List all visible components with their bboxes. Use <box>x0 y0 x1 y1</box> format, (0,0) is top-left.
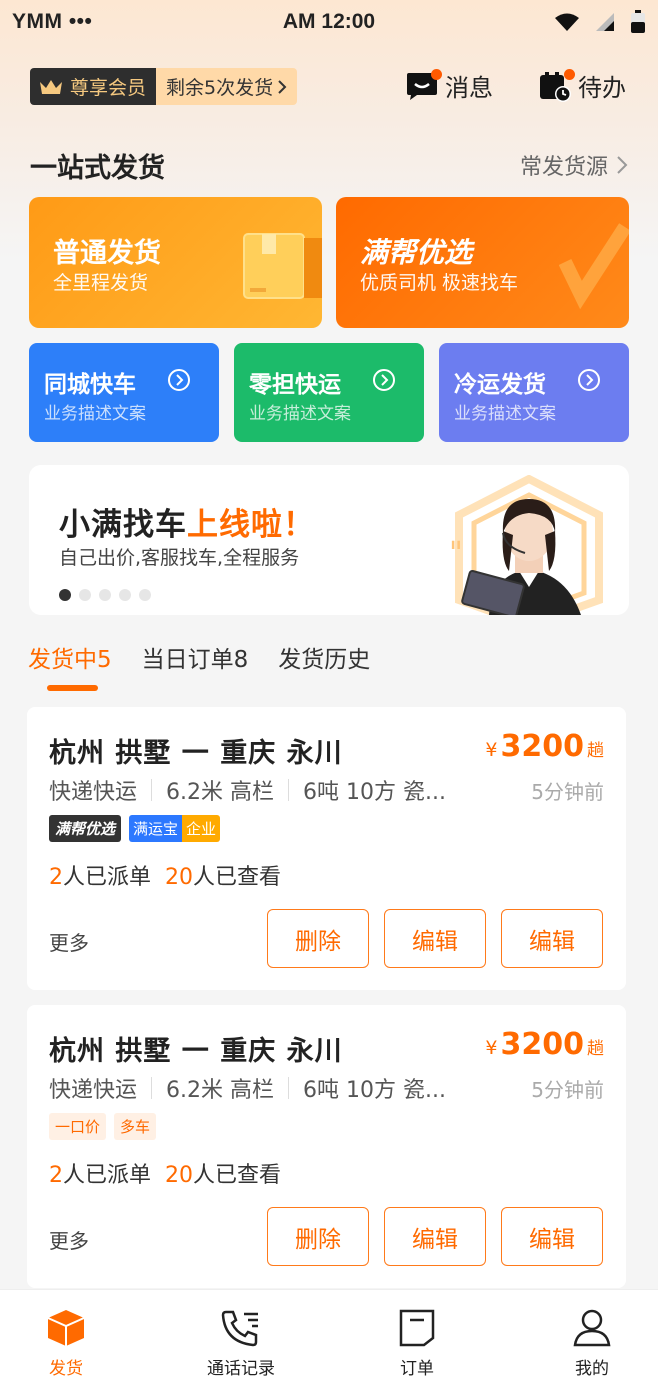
edit-button[interactable]: 编辑 <box>384 909 486 968</box>
frequent-sources-label: 常发货源 <box>519 155 608 180</box>
card-subtitle: 全里程发货 <box>53 272 149 294</box>
order-info: 快递快运 6.2米 高栏 6吨 10方 瓷... <box>49 1077 446 1103</box>
bottom-nav: 发货 通话记录 订单 我的 <box>0 1289 658 1389</box>
user-icon <box>573 1309 611 1347</box>
order-card[interactable]: 杭州 拱墅 一 重庆 永川 ¥ 3200 趟 快递快运 6.2米 高栏 6吨 1… <box>27 1005 626 1288</box>
order-tags: 一口价 多车 <box>49 1113 157 1140</box>
edit-button[interactable]: 编辑 <box>384 1207 486 1266</box>
edit-button[interactable]: 编辑 <box>501 909 603 968</box>
membership-bar[interactable]: 尊享会员 剩余5次发货 <box>30 68 298 105</box>
crown-icon <box>40 79 62 94</box>
order-card[interactable]: 杭州 拱墅 一 重庆 永川 ¥ 3200 趟 快递快运 6.2米 高栏 6吨 1… <box>27 707 626 990</box>
order-route: 杭州 拱墅 一 重庆 永川 <box>49 1036 343 1067</box>
remaining-shipments: 剩余5次发货 <box>166 77 274 99</box>
todo-label: 待办 <box>578 74 626 102</box>
more-link[interactable]: 更多 <box>49 1225 89 1254</box>
preferred-shipping-card[interactable]: 满帮优选 优质司机 极速找车 <box>336 197 629 328</box>
city-express-card[interactable]: 同城快车 业务描述文案 <box>29 343 219 442</box>
messages-button[interactable]: 消息 <box>405 68 493 103</box>
promo-banner[interactable]: 小满找车上线啦！ 自己出价,客服找车,全程服务 " <box>29 465 629 615</box>
edit-button[interactable]: 编辑 <box>501 1207 603 1266</box>
order-stats: 2人已派单 20人已查看 <box>49 865 282 890</box>
status-bar: YMM ••• AM 12:00 <box>0 0 658 44</box>
phone-list-icon <box>221 1310 258 1347</box>
package-icon <box>47 1310 85 1346</box>
chevron-right-icon <box>278 79 287 94</box>
normal-shipping-card[interactable]: 普通发货 全里程发货 <box>29 197 322 328</box>
nav-label: 我的 <box>575 1359 609 1379</box>
card-subtitle: 业务描述文案 <box>44 404 146 424</box>
order-time: 5分钟前 <box>531 780 604 804</box>
unread-dot <box>564 68 575 80</box>
tag-enterprise: 满运宝 企业 <box>129 815 221 842</box>
more-link[interactable]: 更多 <box>49 927 89 956</box>
card-title: 普通发货 <box>53 238 161 269</box>
order-info: 快递快运 6.2米 高栏 6吨 10方 瓷... <box>49 779 446 805</box>
chevron-right-icon <box>617 156 628 174</box>
nav-profile[interactable]: 我的 <box>537 1308 647 1379</box>
delete-button[interactable]: 删除 <box>267 1207 369 1266</box>
checkmark-icon <box>559 223 629 310</box>
customer-service-agent-illustration: " <box>449 475 603 615</box>
nav-call-log[interactable]: 通话记录 <box>186 1308 296 1379</box>
tag-fixed-price: 一口价 <box>49 1113 107 1140</box>
banner-subtitle: 自己出价,客服找车,全程服务 <box>59 547 300 569</box>
package-box-icon <box>243 233 322 299</box>
card-subtitle: 优质司机 极速找车 <box>360 272 519 294</box>
messages-label: 消息 <box>445 74 493 102</box>
card-title: 满帮优选 <box>360 236 473 269</box>
card-title: 同城快车 <box>44 372 136 398</box>
frequent-sources-link[interactable]: 常发货源 <box>520 149 628 181</box>
arrow-circle-icon <box>578 369 600 391</box>
order-route: 杭州 拱墅 一 重庆 永川 <box>49 738 343 769</box>
tag-multi-truck: 多车 <box>114 1113 157 1140</box>
signal-icon <box>596 13 614 31</box>
card-title: 零担快运 <box>249 372 341 398</box>
wifi-icon <box>555 13 579 31</box>
card-title: 冷运发货 <box>454 372 546 398</box>
card-subtitle: 业务描述文案 <box>454 404 556 424</box>
order-icon <box>399 1309 435 1347</box>
order-stats: 2人已派单 20人已查看 <box>49 1163 282 1188</box>
order-tags: 满帮优选 满运宝 企业 <box>49 815 221 842</box>
nav-orders[interactable]: 订单 <box>362 1308 472 1379</box>
nav-label: 发货 <box>49 1359 83 1379</box>
unread-dot <box>431 68 442 80</box>
svg-text:": " <box>449 536 463 571</box>
ltl-freight-card[interactable]: 零担快运 业务描述文案 <box>234 343 424 442</box>
nav-shipping[interactable]: 发货 <box>11 1308 121 1379</box>
cold-chain-card[interactable]: 冷运发货 业务描述文案 <box>439 343 629 442</box>
carousel-dots <box>59 589 151 601</box>
arrow-circle-icon <box>373 369 395 391</box>
battery-icon <box>631 10 645 33</box>
member-badge-label: 尊享会员 <box>70 77 147 99</box>
tab-underline <box>47 685 98 691</box>
banner-title: 小满找车上线啦！ <box>59 507 315 543</box>
order-price: ¥ 3200 趟 <box>485 1027 604 1062</box>
section-title: 一站式发货 <box>30 153 165 184</box>
tag-preferred: 满帮优选 <box>49 815 122 842</box>
tab-shipping[interactable]: 发货中5 <box>28 640 112 674</box>
nav-label: 订单 <box>400 1359 434 1379</box>
card-subtitle: 业务描述文案 <box>249 404 351 424</box>
order-tabs: 发货中5 当日订单8 发货历史 <box>28 640 370 674</box>
delete-button[interactable]: 删除 <box>267 909 369 968</box>
tab-today-orders[interactable]: 当日订单8 <box>142 640 249 674</box>
todo-button[interactable]: 待办 <box>538 68 626 103</box>
order-time: 5分钟前 <box>531 1078 604 1102</box>
nav-label: 通话记录 <box>207 1359 275 1379</box>
arrow-circle-icon <box>168 369 190 391</box>
order-price: ¥ 3200 趟 <box>485 729 604 764</box>
tab-history[interactable]: 发货历史 <box>278 640 370 674</box>
